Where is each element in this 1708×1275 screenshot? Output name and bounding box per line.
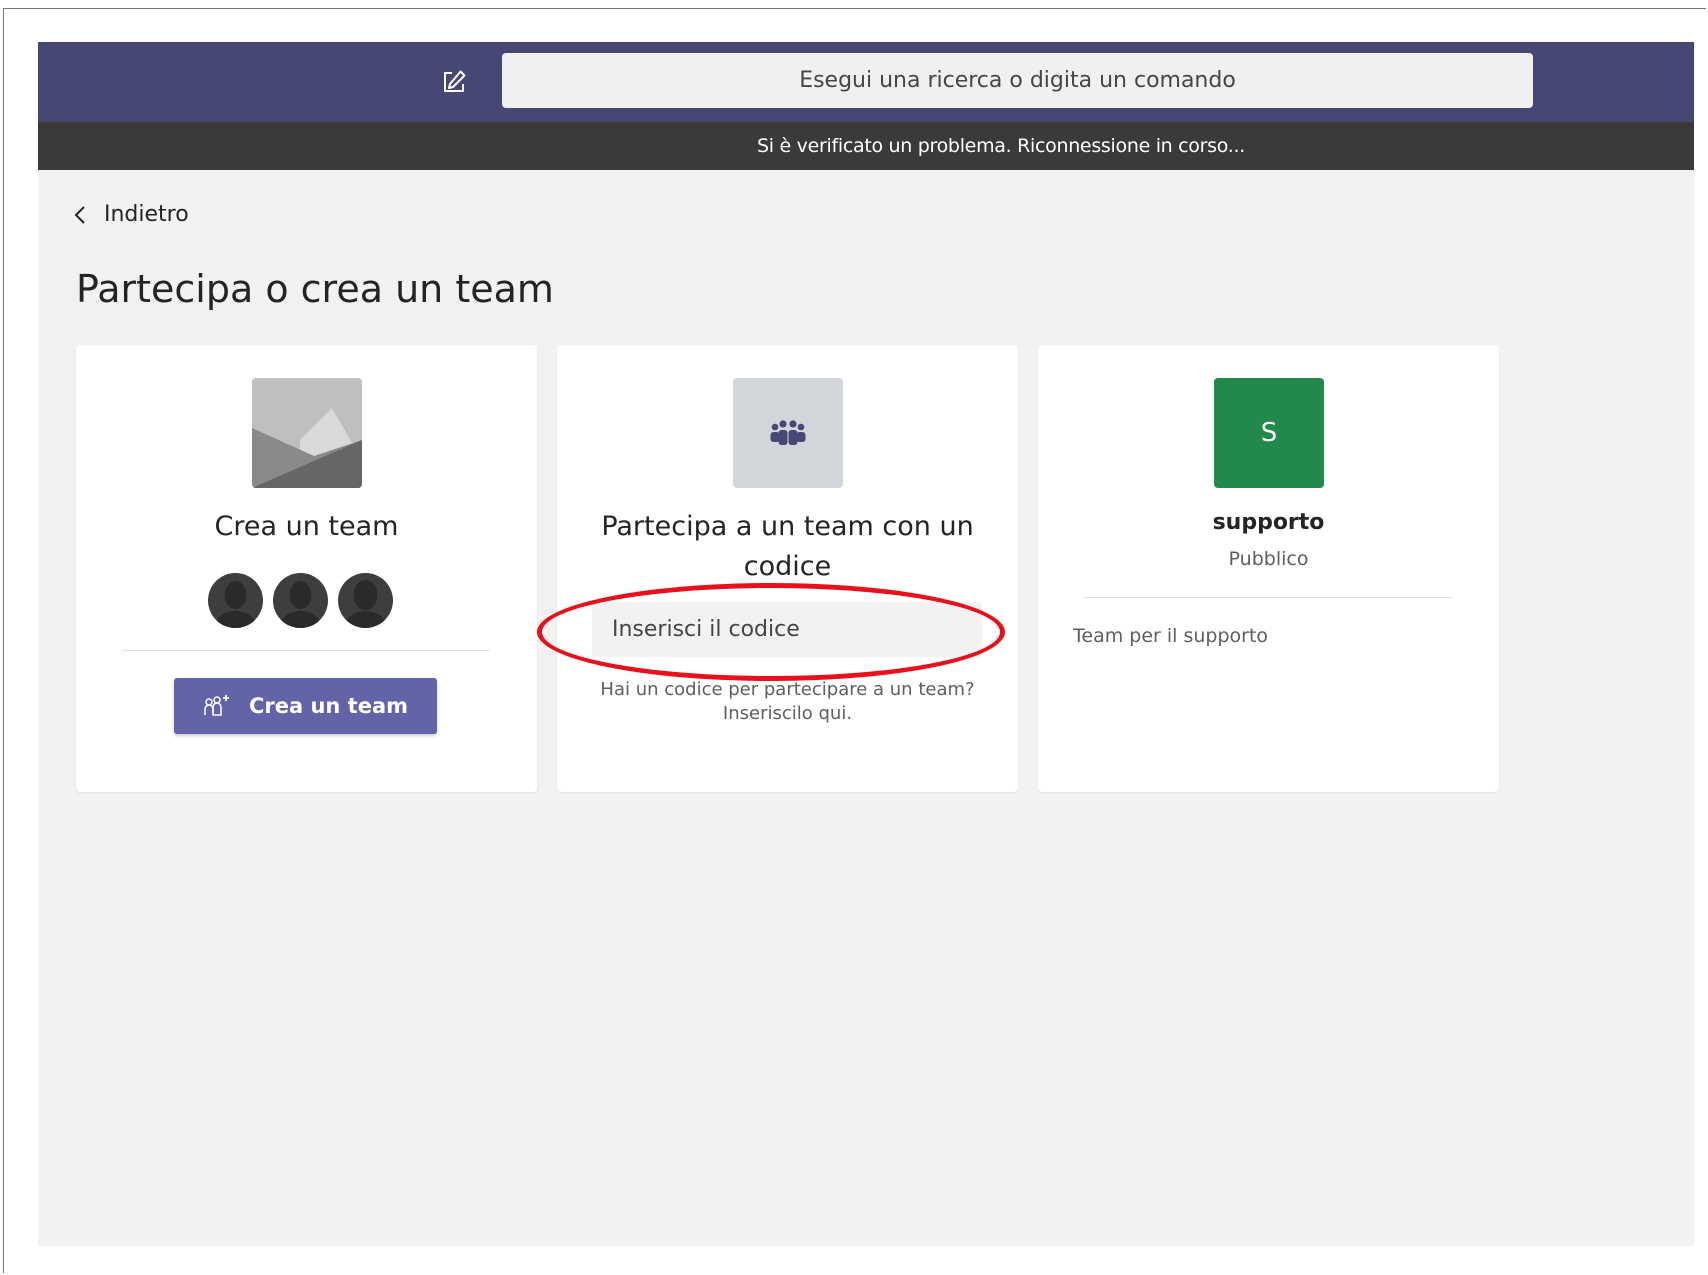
join-hint-text: Hai un codice per partecipare a un team?… <box>557 678 1018 726</box>
card-divider <box>122 650 490 651</box>
create-team-button[interactable]: Crea un team <box>174 678 437 734</box>
person-avatar <box>273 573 328 628</box>
back-label: Indietro <box>104 202 189 227</box>
image-placeholder-icon <box>252 378 362 488</box>
team-description: Team per il supporto <box>1073 625 1269 647</box>
connection-error-banner: Si è verificato un problema. Riconnessio… <box>38 122 1694 170</box>
team-avatar-initial: S <box>1260 418 1278 448</box>
team-avatar: S <box>1214 378 1324 488</box>
person-silhouette-icon <box>345 580 386 628</box>
compose-button[interactable] <box>438 66 470 98</box>
join-team-image <box>733 378 843 488</box>
create-team-card: Crea un team Crea un team <box>76 345 537 792</box>
join-hint-line-2: Inseriscilo qui. <box>722 703 853 724</box>
team-card-supporto[interactable]: S supporto Pubblico Team per il supporto <box>1038 345 1499 792</box>
back-link[interactable]: Indietro <box>74 202 189 227</box>
person-avatar <box>338 573 393 628</box>
card-divider <box>1084 597 1452 598</box>
join-team-title: Partecipa a un team con un codice <box>601 511 974 582</box>
page-title: Partecipa o crea un team <box>76 267 554 311</box>
create-team-title: Crea un team <box>214 511 399 542</box>
add-team-icon <box>204 695 229 716</box>
team-name: supporto <box>1212 510 1325 535</box>
join-team-card: Partecipa a un team con un codice Hai un… <box>557 345 1018 792</box>
top-bar <box>38 42 1694 122</box>
create-team-button-label: Crea un team <box>248 694 409 718</box>
banner-message: Si è verificato un problema. Riconnessio… <box>757 135 1245 157</box>
compose-icon <box>444 70 466 92</box>
search-input[interactable] <box>502 53 1533 108</box>
person-silhouette-icon <box>215 581 256 628</box>
team-code-input[interactable] <box>592 602 982 657</box>
team-people-icon <box>770 420 806 445</box>
join-hint-line-1: Hai un codice per partecipare a un team? <box>600 679 975 700</box>
person-silhouette-icon <box>280 581 321 628</box>
teams-app-window: Si è verificato un problema. Riconnessio… <box>38 42 1694 1246</box>
team-placeholder-image <box>252 378 362 488</box>
chevron-left-icon <box>74 205 85 224</box>
member-avatars <box>208 573 393 628</box>
team-privacy: Pubblico <box>1228 548 1309 570</box>
person-avatar <box>208 573 263 628</box>
